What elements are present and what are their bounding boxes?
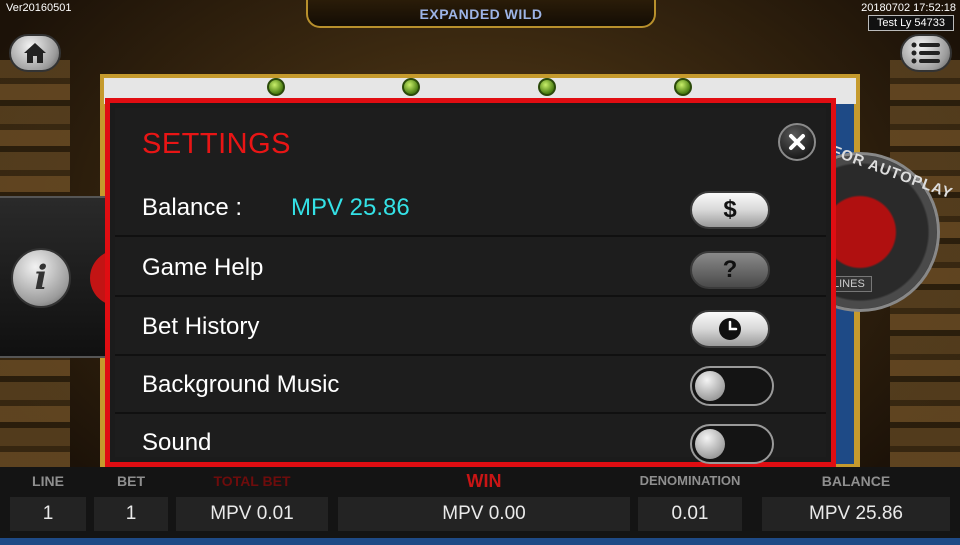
settings-dialog: SETTINGS Balance : MPV 25.86 $ Game Help… (105, 98, 836, 467)
bet-value: 1 (94, 497, 168, 531)
settings-row-bet-history: Bet History (115, 298, 826, 356)
menu-icon (911, 42, 940, 64)
bottom-info-bar: LINE 1 BET 1 TOTAL BET MPV 0.01 WIN MPV … (0, 467, 960, 545)
line-cell: LINE 1 (6, 467, 90, 545)
denomination-label: DENOMINATION (639, 473, 741, 488)
bet-label: BET (117, 473, 145, 489)
line-label: LINE (32, 473, 64, 489)
dollar-icon: $ (723, 196, 737, 223)
clock-icon (719, 318, 741, 340)
settings-row-game-help: Game Help ? (115, 239, 826, 297)
bet-cell: BET 1 (90, 467, 172, 545)
info-button[interactable]: i (11, 248, 71, 308)
payline-gem-icon (674, 78, 692, 96)
background-music-toggle[interactable] (690, 366, 774, 406)
balance-footer-label: BALANCE (821, 473, 891, 489)
sound-toggle[interactable] (690, 424, 774, 464)
home-icon (24, 43, 46, 63)
balance-footer-value: MPV 25.86 (762, 497, 950, 531)
bet-history-label: Bet History (142, 313, 260, 340)
total-bet-cell: TOTAL BET MPV 0.01 (172, 467, 332, 545)
info-icon: i (34, 258, 48, 298)
close-button[interactable] (778, 123, 816, 161)
balance-cell: BALANCE MPV 25.86 (758, 467, 954, 545)
win-value: MPV 0.00 (338, 497, 630, 531)
question-mark-icon: ? (722, 256, 738, 283)
game-help-label: Game Help (142, 254, 264, 281)
home-button[interactable] (9, 34, 61, 72)
dollar-button[interactable]: $ (690, 191, 770, 229)
settings-panel: SETTINGS Balance : MPV 25.86 $ Game Help… (115, 108, 826, 464)
denomination-value[interactable]: 0.01 (638, 497, 742, 531)
help-button[interactable]: ? (690, 251, 770, 289)
datetime-label: 20180702 17:52:18 (861, 2, 956, 14)
total-bet-value: MPV 0.01 (176, 497, 328, 531)
win-label: WIN (466, 471, 502, 491)
payline-gem-icon (538, 78, 556, 96)
payline-gem-icon (402, 78, 420, 96)
toggle-knob (695, 429, 725, 459)
settings-row-sound: Sound (115, 414, 826, 472)
total-bet-label: TOTAL BET (213, 473, 291, 489)
settings-title: SETTINGS (142, 128, 292, 160)
balance-label: Balance : (142, 194, 243, 221)
banner-text: EXPANDED WILD (419, 6, 543, 22)
toggle-knob (695, 371, 725, 401)
user-id-label: Test Ly 54733 (867, 15, 954, 31)
background-music-label: Background Music (142, 371, 340, 398)
menu-button[interactable] (900, 34, 952, 72)
history-button[interactable] (690, 310, 770, 348)
feature-banner: EXPANDED WILD (306, 0, 656, 28)
close-icon (789, 134, 805, 150)
payline-gem-icon (267, 78, 285, 96)
balance-value: MPV 25.86 (291, 194, 410, 221)
version-label: Ver20160501 (6, 2, 72, 14)
sound-label: Sound (142, 429, 212, 456)
settings-row-balance: Balance : MPV 25.86 $ (115, 179, 826, 237)
bottom-edge-strip (0, 538, 960, 545)
line-value: 1 (10, 497, 86, 531)
win-cell: WIN MPV 0.00 (334, 467, 634, 545)
settings-row-background-music: Background Music (115, 356, 826, 414)
denomination-cell[interactable]: DENOMINATION 0.01 (634, 467, 746, 545)
